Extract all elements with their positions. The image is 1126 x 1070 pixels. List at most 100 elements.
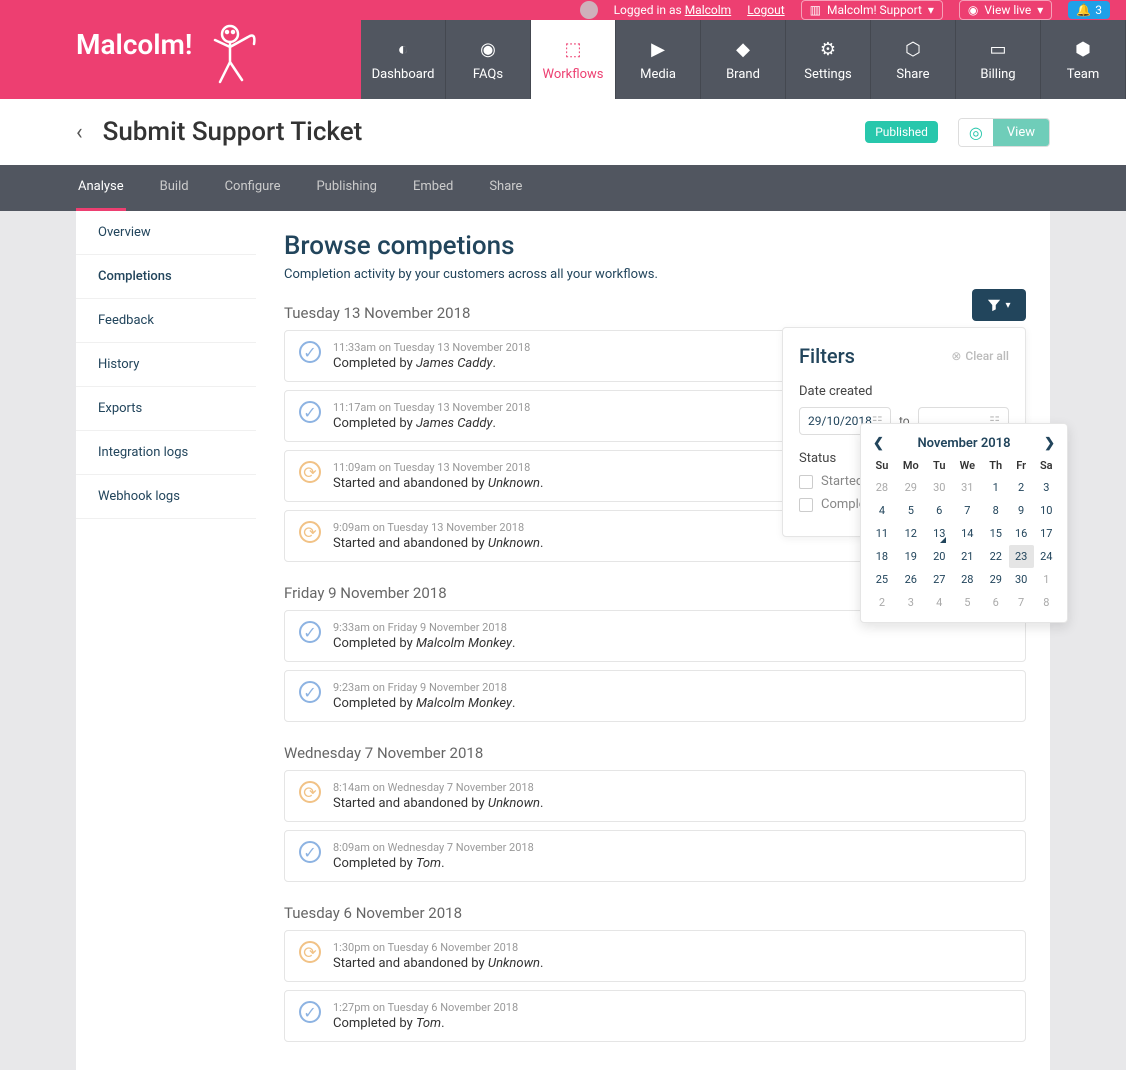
sidebar-item-history[interactable]: History [76, 343, 256, 387]
datepicker-day[interactable]: 8 [983, 499, 1009, 522]
nav-share[interactable]: ⬡Share [871, 20, 956, 99]
datepicker-day[interactable]: 10 [1034, 499, 1059, 522]
datepicker-day[interactable]: 6 [927, 499, 952, 522]
datepicker-day[interactable]: 28 [952, 568, 983, 591]
datepicker-day[interactable]: 18 [869, 545, 895, 568]
datepicker-day[interactable]: 30 [1009, 568, 1034, 591]
action-text: Completed by Tom. [333, 856, 1011, 871]
datepicker-day[interactable]: 5 [952, 591, 983, 614]
datepicker-day[interactable]: 25 [869, 568, 895, 591]
datepicker-day[interactable]: 8 [1034, 591, 1059, 614]
nav-team[interactable]: ⬢Team [1041, 20, 1126, 99]
datepicker-day[interactable]: 21 [952, 545, 983, 568]
datepicker-day[interactable]: 6 [983, 591, 1009, 614]
sidebar-item-webhook-logs[interactable]: Webhook logs [76, 475, 256, 519]
datepicker-day[interactable]: 28 [869, 476, 895, 499]
section-subtitle: Completion activity by your customers ac… [284, 267, 1026, 282]
nav-billing[interactable]: ▭Billing [956, 20, 1041, 99]
action-text: Completed by Malcolm Monkey. [333, 696, 1011, 711]
tab-publishing[interactable]: Publishing [314, 165, 379, 211]
datepicker-day[interactable]: 5 [895, 499, 927, 522]
view-icon[interactable]: ◎ [959, 119, 993, 146]
check-icon: ✓ [299, 401, 321, 423]
tab-embed[interactable]: Embed [411, 165, 455, 211]
datepicker-day[interactable]: 11 [869, 522, 895, 545]
completion-entry[interactable]: ⟳8:14am on Wednesday 7 November 2018Star… [284, 770, 1026, 822]
main-nav: ◐Dashboard◉FAQs⬚Workflows▶Media◆Brand⚙Se… [361, 20, 1126, 99]
datepicker-day[interactable]: 23 [1009, 545, 1034, 568]
tab-share[interactable]: Share [487, 165, 524, 211]
datepicker-day[interactable]: 19 [895, 545, 927, 568]
datepicker-day[interactable]: 12 [895, 522, 927, 545]
tab-analyse[interactable]: Analyse [76, 165, 126, 211]
datepicker-day[interactable]: 15 [983, 522, 1009, 545]
instance-selector[interactable]: ▥Malcolm! Support▾ [801, 0, 943, 20]
nav-faqs[interactable]: ◉FAQs [446, 20, 531, 99]
datepicker-day[interactable]: 20 [927, 545, 952, 568]
datepicker-day[interactable]: 13 [927, 522, 952, 545]
completion-entry[interactable]: ✓8:09am on Wednesday 7 November 2018Comp… [284, 830, 1026, 882]
sidebar-item-completions[interactable]: Completions [76, 255, 256, 299]
datepicker-day[interactable]: 27 [927, 568, 952, 591]
datepicker-day[interactable]: 3 [895, 591, 927, 614]
datepicker-day[interactable]: 2 [1009, 476, 1034, 499]
datepicker-day[interactable]: 2 [869, 591, 895, 614]
user-link[interactable]: Malcolm [685, 3, 732, 17]
notifications-badge[interactable]: 🔔3 [1068, 1, 1110, 19]
datepicker-day[interactable]: 1 [1034, 568, 1059, 591]
datepicker-day[interactable]: 14 [952, 522, 983, 545]
datepicker-day[interactable]: 29 [983, 568, 1009, 591]
nav-media[interactable]: ▶Media [616, 20, 701, 99]
completion-entry[interactable]: ✓9:23am on Friday 9 November 2018Complet… [284, 670, 1026, 722]
datepicker-day[interactable]: 1 [983, 476, 1009, 499]
sidebar-item-exports[interactable]: Exports [76, 387, 256, 431]
pending-icon: ⟳ [299, 781, 321, 803]
datepicker-day[interactable]: 9 [1009, 499, 1034, 522]
datepicker-day[interactable]: 31 [952, 476, 983, 499]
datepicker-day[interactable]: 24 [1034, 545, 1059, 568]
day-header: Wednesday 7 November 2018 [284, 744, 1026, 762]
datepicker-day[interactable]: 16 [1009, 522, 1034, 545]
sidebar-item-integration-logs[interactable]: Integration logs [76, 431, 256, 475]
datepicker-day[interactable]: 30 [927, 476, 952, 499]
logo[interactable]: Malcolm! [76, 20, 311, 99]
filter-icon [987, 298, 1001, 312]
datepicker-day[interactable]: 22 [983, 545, 1009, 568]
datepicker-day[interactable]: 7 [1009, 591, 1034, 614]
nav-workflows[interactable]: ⬚Workflows [531, 20, 616, 99]
datepicker-day[interactable]: 7 [952, 499, 983, 522]
nav-settings[interactable]: ⚙Settings [786, 20, 871, 99]
avatar[interactable] [580, 1, 598, 19]
prev-month-button[interactable]: ❮ [873, 436, 884, 451]
view-button[interactable]: View [993, 119, 1049, 146]
datepicker-day[interactable]: 26 [895, 568, 927, 591]
sidebar-item-overview[interactable]: Overview [76, 211, 256, 255]
action-text: Started and abandoned by Unknown. [333, 956, 1011, 971]
nav-dashboard[interactable]: ◐Dashboard [361, 20, 446, 99]
logout-link[interactable]: Logout [747, 3, 784, 17]
timestamp: 1:27pm on Tuesday 6 November 2018 [333, 1001, 1011, 1014]
datepicker-day[interactable]: 4 [869, 499, 895, 522]
filters-title: Filters [799, 344, 855, 368]
page-title: Submit Support Ticket [103, 117, 846, 147]
clear-all-button[interactable]: ⊗Clear all [951, 349, 1009, 363]
timestamp: 8:14am on Wednesday 7 November 2018 [333, 781, 1011, 794]
datepicker-day[interactable]: 29 [895, 476, 927, 499]
check-icon: ✓ [299, 681, 321, 703]
view-live-button[interactable]: ◉View live▾ [959, 0, 1052, 20]
completion-entry[interactable]: ✓1:27pm on Tuesday 6 November 2018Comple… [284, 990, 1026, 1042]
datepicker-day[interactable]: 3 [1034, 476, 1059, 499]
svg-text:⬡: ⬡ [905, 39, 921, 60]
sidebar-item-feedback[interactable]: Feedback [76, 299, 256, 343]
tab-configure[interactable]: Configure [223, 165, 283, 211]
datepicker-day[interactable]: 17 [1034, 522, 1059, 545]
filter-toggle-button[interactable]: ▾ [972, 289, 1026, 321]
tab-build[interactable]: Build [158, 165, 191, 211]
datepicker-day[interactable]: 4 [927, 591, 952, 614]
back-button[interactable]: ‹ [76, 120, 83, 145]
datepicker: ❮ November 2018 ❯ SuMoTuWeThFrSa28293031… [860, 423, 1068, 623]
sidebar: OverviewCompletionsFeedbackHistoryExport… [76, 211, 256, 1070]
completion-entry[interactable]: ⟳1:30pm on Tuesday 6 November 2018Starte… [284, 930, 1026, 982]
nav-brand[interactable]: ◆Brand [701, 20, 786, 99]
next-month-button[interactable]: ❯ [1044, 436, 1055, 451]
